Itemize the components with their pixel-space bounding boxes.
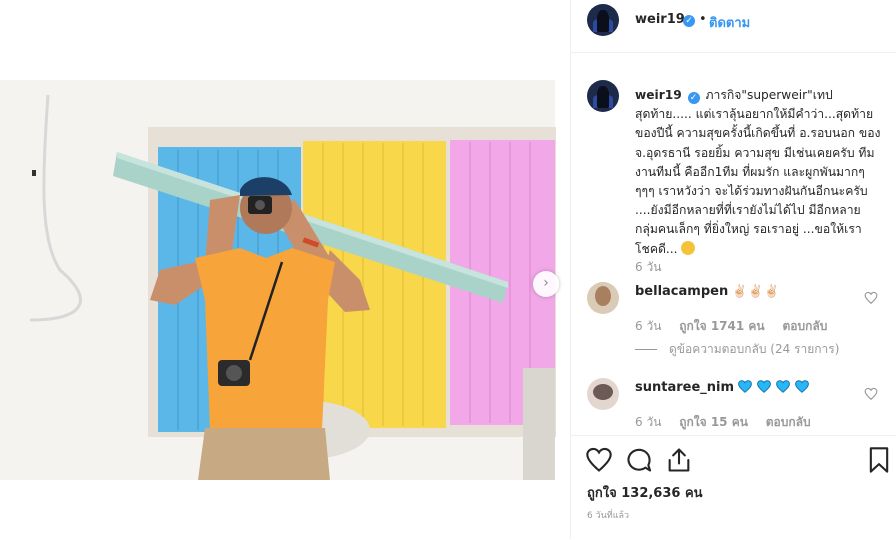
comment-avatar-bellacampen[interactable]: [587, 282, 619, 314]
author-username[interactable]: weir19: [635, 12, 685, 27]
comment-2-reply-button[interactable]: ตอบกลับ: [766, 415, 811, 429]
view-replies-line: [635, 349, 657, 350]
comment-avatar-suntaree-nim[interactable]: [587, 378, 619, 410]
smile-emoji-icon: [681, 240, 696, 255]
comment-2-time[interactable]: 6 วัน: [635, 415, 661, 429]
heart-icon[interactable]: [585, 446, 613, 474]
comment-1-username[interactable]: bellacampen: [635, 284, 728, 299]
comment-1-time[interactable]: 6 วัน: [635, 319, 661, 333]
comment-2-like-heart-icon[interactable]: [864, 387, 878, 401]
view-replies-label: ดูข้อความตอบกลับ (24 รายการ): [669, 342, 840, 356]
bookmark-icon[interactable]: [865, 446, 893, 474]
post-caption: weir19 ✓ ภารกิจ"superweir"เทปสุดท้าย....…: [635, 86, 881, 259]
comment-1: bellacampen ✌🏻✌🏻✌🏻: [635, 284, 780, 299]
comment-1-emoji-1: ✌🏻: [732, 284, 748, 298]
comment-1-likes[interactable]: ถูกใจ 1741 คน: [679, 319, 764, 333]
post-actions: ถูกใจ 132,636 คน 6 วันที่แล้ว: [571, 435, 896, 540]
blue-heart-emoji-icon: [776, 380, 791, 393]
caption-verified-icon: ✓: [687, 92, 700, 104]
comment-icon[interactable]: [625, 446, 653, 474]
verified-badge-icon: ✓: [683, 15, 695, 27]
post-image: [0, 0, 570, 539]
author-avatar[interactable]: [587, 4, 619, 36]
comment-1-like-heart-icon[interactable]: [864, 291, 878, 305]
comment-1-emoji-3: ✌🏻: [764, 284, 780, 298]
blue-heart-emoji-icon: [738, 380, 753, 393]
comment-2-meta: 6 วัน ถูกใจ 15 คน ตอบกลับ: [635, 413, 825, 432]
post-sidebar: weir19 ✓ • ติดตาม weir19 ✓ ภารกิจ"superw…: [570, 0, 896, 539]
next-photo-button[interactable]: ›: [533, 271, 559, 297]
share-icon[interactable]: [665, 446, 693, 474]
comment-1-meta: 6 วัน ถูกใจ 1741 คน ตอบกลับ: [635, 317, 841, 336]
post-header: weir19 ✓ • ติดตาม: [571, 0, 896, 53]
view-replies-button[interactable]: ดูข้อความตอบกลับ (24 รายการ): [635, 340, 839, 359]
caption-time[interactable]: 6 วัน: [635, 258, 661, 277]
post-photo[interactable]: ›: [0, 0, 570, 539]
comment-2-likes[interactable]: ถูกใจ 15 คน: [679, 415, 748, 429]
caption-avatar[interactable]: [587, 80, 619, 112]
comment-1-emoji-2: ✌🏻: [748, 284, 764, 298]
caption-username[interactable]: weir19: [635, 88, 682, 102]
comment-2-username[interactable]: suntaree_nim: [635, 380, 734, 395]
caption-text: ภารกิจ"superweir"เทปสุดท้าย..... แต่เราล…: [635, 88, 881, 256]
comment-1-reply-button[interactable]: ตอบกลับ: [782, 319, 827, 333]
separator-dot: •: [699, 12, 707, 27]
likes-count[interactable]: ถูกใจ 132,636 คน: [587, 482, 703, 503]
comment-2: suntaree_nim: [635, 380, 814, 395]
follow-button[interactable]: ติดตาม: [709, 12, 750, 33]
blue-heart-emoji-icon: [757, 380, 772, 393]
post-timestamp[interactable]: 6 วันที่แล้ว: [587, 508, 629, 522]
blue-heart-emoji-icon: [795, 380, 810, 393]
